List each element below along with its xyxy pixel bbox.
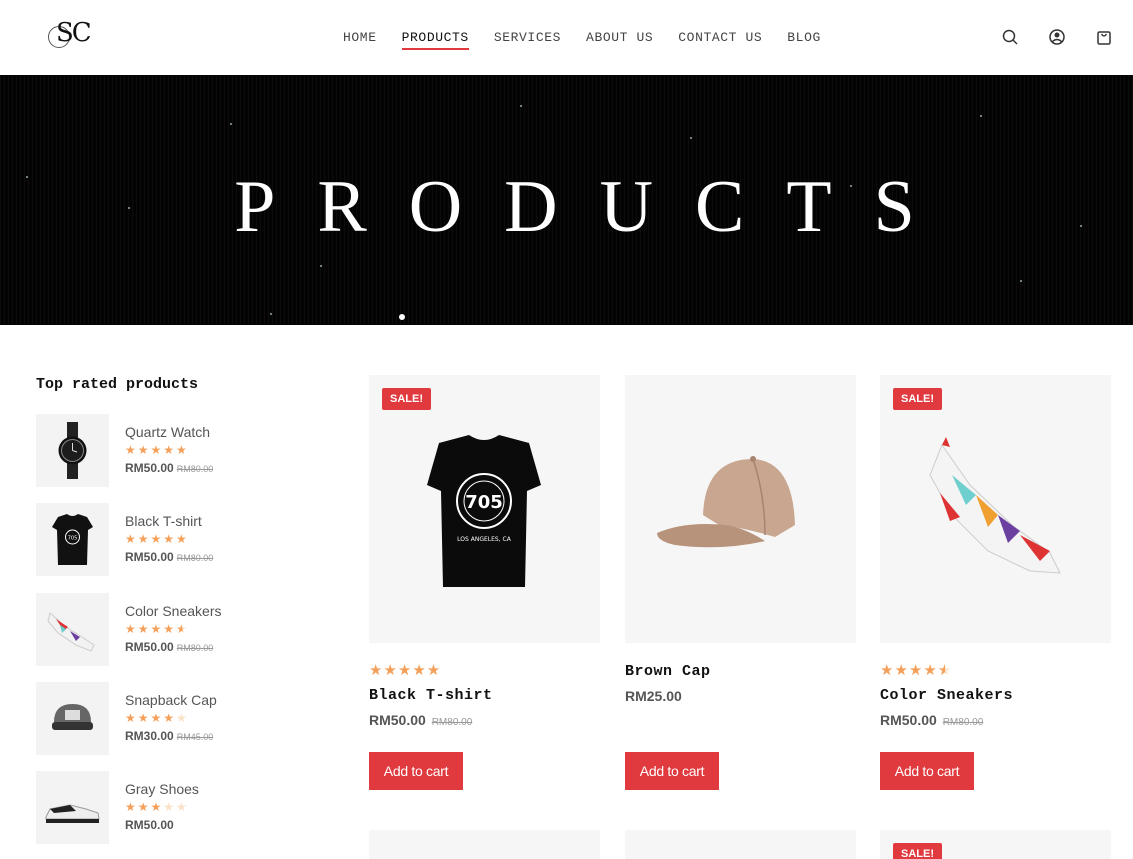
rating-stars: ★★★★★	[880, 662, 953, 679]
hero-title: PRODUCTS	[234, 166, 957, 248]
top-item-price: RM50.00	[125, 818, 174, 832]
product-thumbnail[interactable]	[36, 593, 109, 666]
rating-stars: ★★★★★	[125, 443, 189, 457]
product-price: RM50.00 RM80.00	[880, 712, 984, 728]
main-nav: HOME PRODUCTS SERVICES ABOUT US CONTACT …	[343, 30, 846, 50]
old-price: RM80.00	[431, 717, 473, 728]
top-rated-sidebar: Top rated products	[36, 376, 296, 393]
nav-products[interactable]: PRODUCTS	[401, 30, 470, 50]
site-logo[interactable]: SC ·····	[48, 18, 98, 56]
nav-contact-us[interactable]: CONTACT US	[678, 30, 762, 49]
old-price: RM45.00	[176, 732, 214, 742]
product-price: RM25.00	[625, 688, 682, 704]
top-item-name[interactable]: Quartz Watch	[125, 424, 210, 440]
logo-subtext: ·····	[56, 45, 66, 49]
top-rated-item[interactable]: Quartz Watch ★★★★★ RM50.00 RM80.00	[36, 414, 296, 488]
top-rated-item[interactable]: Snapback Cap ★★★★★ RM30.00 RM45.00	[36, 682, 296, 756]
rating-stars: ★★★★★	[125, 800, 189, 814]
top-rated-item[interactable]: Gray Shoes ★★★★★ RM50.00	[36, 771, 296, 845]
nav-services[interactable]: SERVICES	[494, 30, 561, 49]
product-card: 705 LOS ANGELES, CA SALE! ★★★★★ Black T-shir…	[369, 375, 600, 790]
sale-badge: SALE!	[382, 388, 431, 410]
add-to-cart-button[interactable]: Add to cart	[880, 752, 974, 790]
product-card-partial[interactable]	[625, 830, 856, 859]
hero-star	[980, 115, 982, 117]
old-price: RM80.00	[176, 643, 214, 653]
hero-star	[1020, 280, 1022, 282]
logo-mark: SC	[56, 18, 92, 48]
sale-badge: SALE!	[893, 843, 942, 859]
hero-star	[399, 314, 405, 320]
product-name[interactable]: Brown Cap	[625, 663, 856, 680]
account-icon[interactable]	[1048, 28, 1066, 46]
hero-star	[270, 313, 272, 315]
product-thumbnail[interactable]	[36, 771, 109, 844]
product-thumbnail[interactable]	[36, 682, 109, 755]
search-icon[interactable]	[1001, 28, 1019, 46]
product-name[interactable]: Black T-shirt	[369, 687, 600, 704]
top-item-price: RM50.00 RM80.00	[125, 461, 214, 475]
sale-badge: SALE!	[893, 388, 942, 410]
top-rated-item[interactable]: Color Sneakers ★★★★★ RM50.00 RM80.00	[36, 593, 296, 667]
product-thumbnail[interactable]	[36, 414, 109, 487]
top-item-price: RM50.00 RM80.00	[125, 550, 214, 564]
nav-home[interactable]: HOME	[343, 30, 377, 49]
top-item-name[interactable]: Snapback Cap	[125, 692, 217, 708]
top-item-price: RM50.00 RM80.00	[125, 640, 214, 654]
top-item-name[interactable]: Black T-shirt	[125, 513, 202, 529]
hero-star	[690, 137, 692, 139]
product-card: SALE! ★★★★★ Color Sneakers RM50.00 RM80.00 A…	[880, 375, 1111, 790]
old-price: RM80.00	[176, 553, 214, 563]
hero-banner: PRODUCTS	[0, 75, 1133, 325]
cart-icon[interactable]	[1095, 28, 1113, 46]
product-name[interactable]: Color Sneakers	[880, 687, 1111, 704]
top-item-price: RM30.00 RM45.00	[125, 729, 214, 743]
rating-stars: ★★★★★	[369, 662, 442, 679]
svg-text:LOS ANGELES, CA: LOS ANGELES, CA	[457, 536, 512, 543]
add-to-cart-button[interactable]: Add to cart	[625, 752, 719, 790]
product-image[interactable]	[625, 375, 856, 643]
nav-about-us[interactable]: ABOUT US	[586, 30, 653, 49]
header-icons	[972, 28, 1113, 46]
top-item-name[interactable]: Gray Shoes	[125, 781, 199, 797]
product-image[interactable]: SALE!	[880, 375, 1111, 643]
hero-star	[320, 265, 322, 267]
svg-text:705: 705	[68, 536, 78, 542]
product-card: Brown Cap RM25.00 Add to cart	[625, 375, 856, 790]
top-rated-item[interactable]: 705 Black T-shirt ★★★★★ RM50.00 RM80.00	[36, 503, 296, 577]
product-thumbnail[interactable]: 705	[36, 503, 109, 576]
top-item-name[interactable]: Color Sneakers	[125, 603, 222, 619]
old-price: RM80.00	[176, 464, 214, 474]
rating-stars: ★★★★★	[125, 532, 189, 546]
product-image[interactable]: 705 LOS ANGELES, CA SALE!	[369, 375, 600, 643]
svg-text:705: 705	[465, 492, 503, 513]
product-card-partial[interactable]: SALE!	[880, 830, 1111, 859]
hero-star	[230, 123, 232, 125]
rating-stars: ★★★★★	[125, 711, 189, 725]
hero-star	[520, 105, 522, 107]
old-price: RM80.00	[942, 717, 984, 728]
rating-stars: ★★★★★	[125, 622, 189, 636]
nav-blog[interactable]: BLOG	[787, 30, 821, 49]
add-to-cart-button[interactable]: Add to cart	[369, 752, 463, 790]
product-price: RM50.00 RM80.00	[369, 712, 473, 728]
sidebar-title: Top rated products	[36, 376, 199, 393]
site-header: SC ····· HOME PRODUCTS SERVICES ABOUT US…	[0, 0, 1133, 75]
product-card-partial[interactable]	[369, 830, 600, 859]
